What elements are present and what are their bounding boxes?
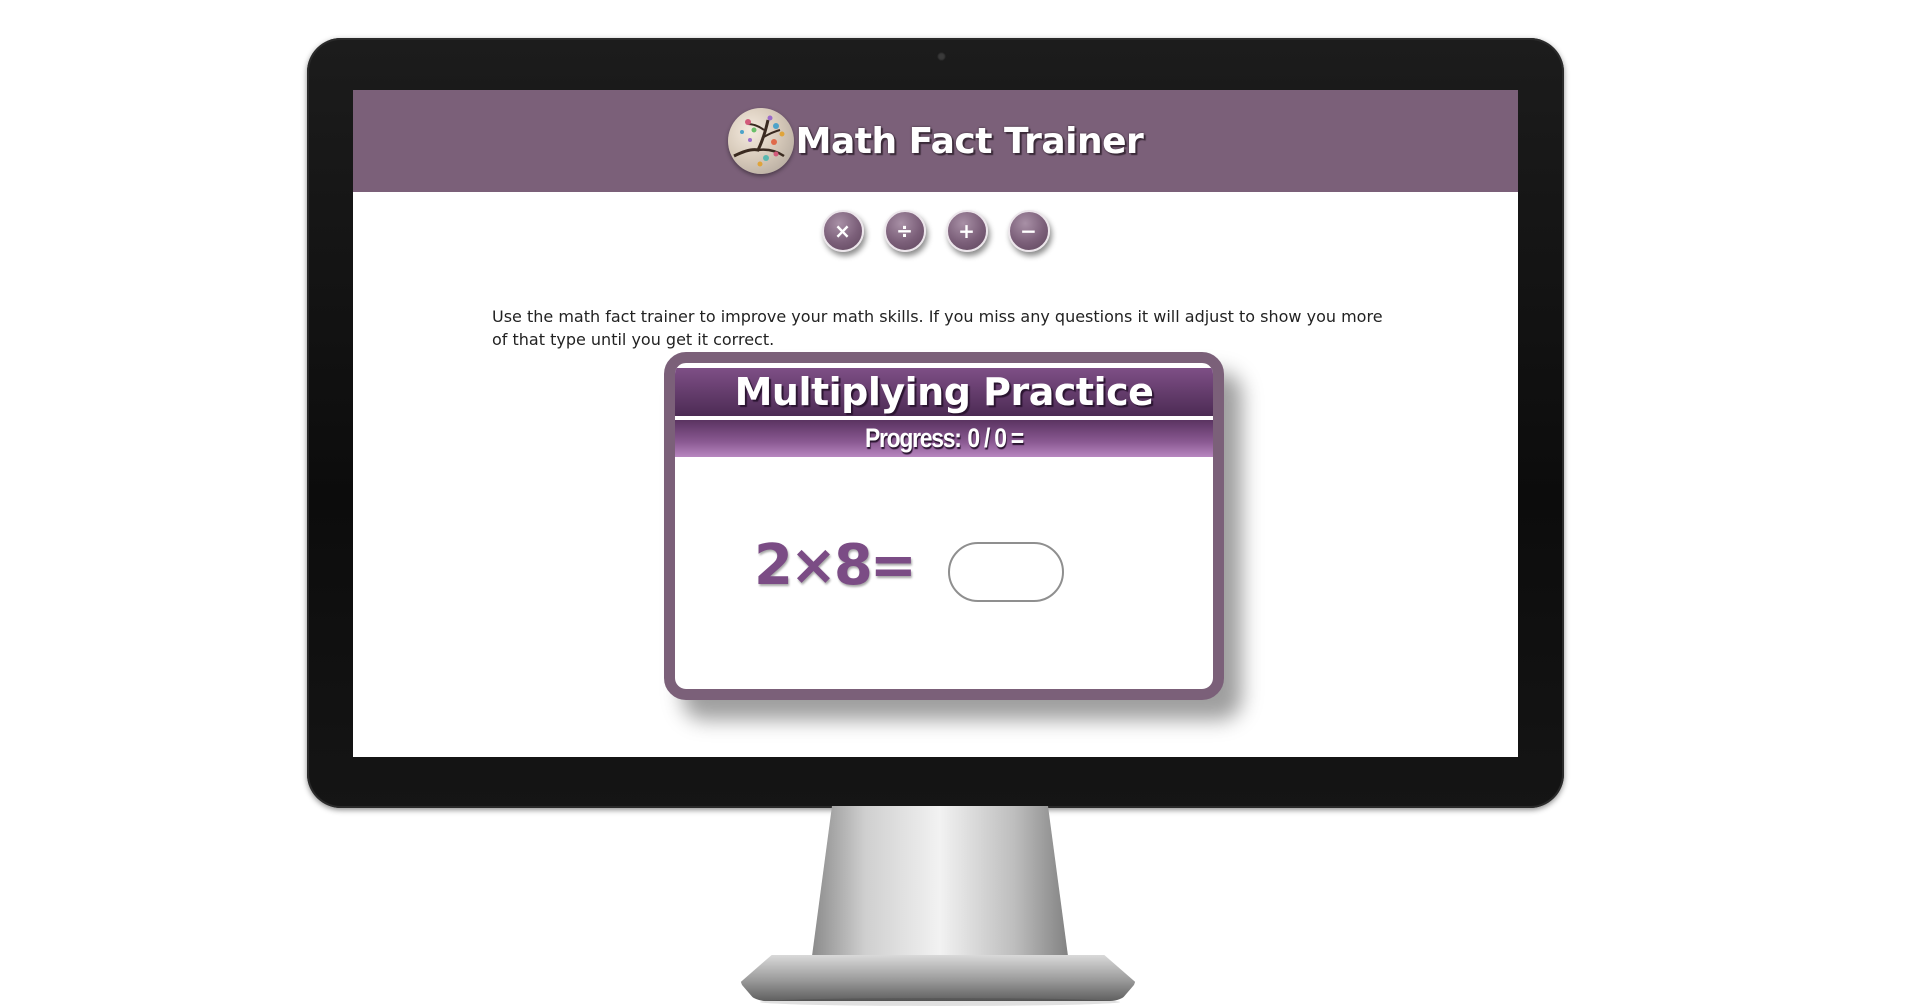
practice-title-band: Multiplying Practice — [675, 368, 1213, 416]
progress-label: Progress: — [865, 423, 962, 453]
app-header: Math Fact Trainer — [353, 90, 1518, 192]
subtract-button[interactable]: − — [1007, 210, 1050, 252]
monitor-screen: Math Fact Trainer × ÷ + − Use the math f… — [353, 90, 1518, 757]
add-button[interactable]: + — [945, 210, 988, 252]
multiply-button[interactable]: × — [821, 210, 864, 252]
app-title: Math Fact Trainer — [795, 120, 1144, 162]
divide-button[interactable]: ÷ — [883, 210, 926, 252]
camera-icon — [937, 52, 946, 61]
progress-band: Progress: 0 / 0 = — [675, 420, 1213, 457]
answer-input[interactable] — [948, 542, 1064, 602]
operation-selector: × ÷ + − — [353, 210, 1518, 252]
math-problem: 2×8= — [754, 533, 917, 598]
stand-shadow — [760, 998, 1120, 1006]
progress-value: 0 / 0 = — [967, 423, 1024, 453]
problem-row: 2×8= — [675, 531, 1213, 602]
monitor-stand-base — [740, 955, 1136, 1001]
progress-indicator: Progress: 0 / 0 = — [865, 423, 1024, 454]
intro-text: Use the math fact trainer to improve you… — [492, 307, 1383, 349]
tree-logo-icon — [727, 108, 794, 174]
practice-card: Multiplying Practice Progress: 0 / 0 = 2… — [664, 352, 1224, 700]
monitor-mockup: Math Fact Trainer × ÷ + − Use the math f… — [0, 0, 1920, 1008]
practice-title: Multiplying Practice — [734, 370, 1154, 414]
